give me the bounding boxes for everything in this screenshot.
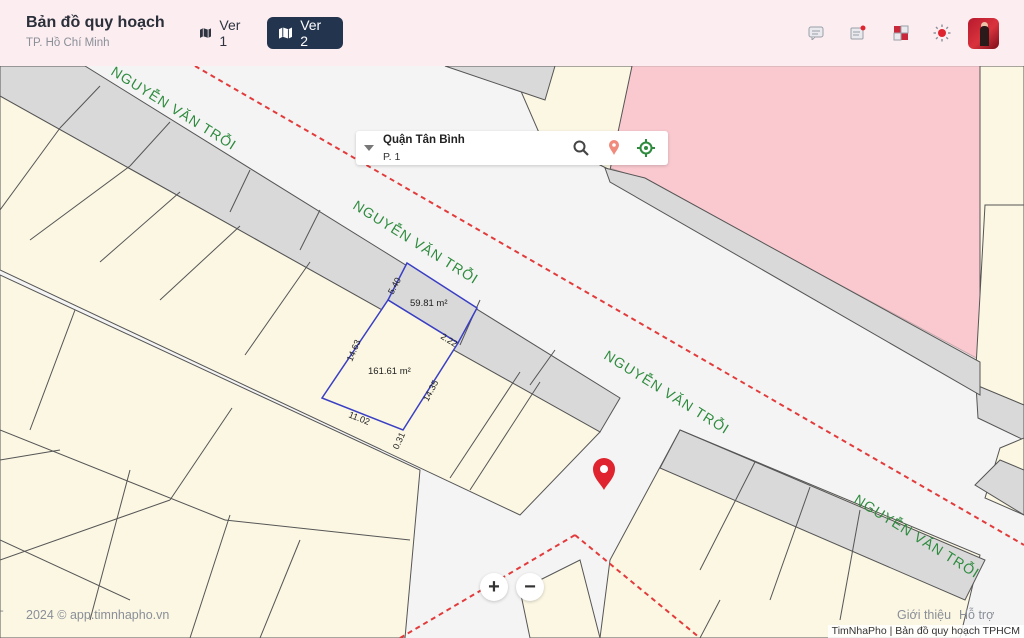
edge-mark: - <box>0 605 4 617</box>
version-1-label: Ver 1 <box>219 17 241 49</box>
layers-icon[interactable] <box>889 21 913 45</box>
district-name[interactable]: Quận Tân Bình <box>383 134 465 146</box>
copyright-text: 2024 © app.timnhapho.vn <box>26 608 170 622</box>
dropdown-arrow-icon[interactable] <box>364 145 374 151</box>
location-search-panel: Quận Tân Bình P. 1 <box>356 131 668 165</box>
user-avatar[interactable] <box>968 18 999 49</box>
map-attribution[interactable]: TimNhaPho | Bản đồ quy hoạch TPHCM <box>827 625 1024 638</box>
app-title: Bản đồ quy hoạch <box>26 14 165 31</box>
pin-icon[interactable] <box>604 138 624 158</box>
map-icon <box>200 28 212 38</box>
parcel-area-lower: 161.61 m² <box>368 366 411 377</box>
support-link[interactable]: Hỗ trợ <box>959 608 994 622</box>
chat-icon[interactable] <box>804 21 828 45</box>
locate-me-icon[interactable] <box>636 138 656 158</box>
version-2-label: Ver 2 <box>300 17 322 49</box>
map-icon <box>279 27 293 39</box>
about-link[interactable]: Giới thiệu <box>897 608 951 622</box>
map-canvas[interactable]: 59.81 m² 161.61 m² 5.40 14.63 2.22 14.35… <box>0 0 1024 638</box>
theme-sun-icon[interactable] <box>930 21 954 45</box>
version-2-button[interactable]: Ver 2 <box>267 17 343 49</box>
version-1-button[interactable]: Ver 1 <box>188 17 258 49</box>
zoom-in-button[interactable]: + <box>480 573 508 601</box>
ward-name[interactable]: P. 1 <box>383 151 400 163</box>
zoom-out-button[interactable]: − <box>516 573 544 601</box>
parcel-area-upper: 59.81 m² <box>410 298 448 309</box>
app-header: Bản đồ quy hoạch TP. Hồ Chí Minh Ver 1 V… <box>0 0 1024 66</box>
app-subtitle: TP. Hồ Chí Minh <box>26 37 110 49</box>
notes-icon[interactable] <box>846 21 870 45</box>
search-icon[interactable] <box>571 138 591 158</box>
